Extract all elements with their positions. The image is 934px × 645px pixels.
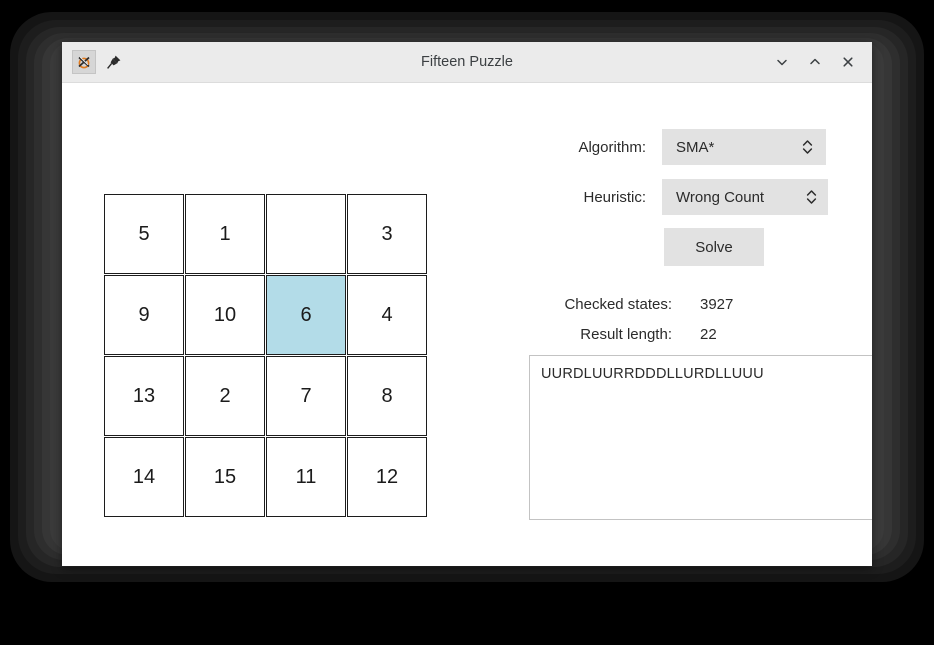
window-controls <box>772 52 872 72</box>
pushpin-icon[interactable] <box>104 52 124 72</box>
window-title: Fifteen Puzzle <box>421 54 513 70</box>
puzzle-board: 5 1 3 9 10 6 4 13 2 7 8 14 15 11 12 <box>104 194 427 517</box>
spinner-updown-icon[interactable] <box>800 137 814 157</box>
puzzle-tile[interactable]: 14 <box>104 437 184 517</box>
solve-button[interactable]: Solve <box>664 228 764 266</box>
maximize-button[interactable] <box>805 52 825 72</box>
heuristic-value: Wrong Count <box>676 188 765 206</box>
puzzle-tile[interactable]: 15 <box>185 437 265 517</box>
puzzle-tile-blank[interactable] <box>266 194 346 274</box>
puzzle-tile[interactable]: 3 <box>347 194 427 274</box>
checked-states-row: Checked states: 3927 <box>462 296 733 313</box>
puzzle-tile[interactable]: 10 <box>185 275 265 355</box>
heuristic-select[interactable]: Wrong Count <box>662 179 828 215</box>
algorithm-label: Algorithm: <box>578 138 646 156</box>
heuristic-label: Heuristic: <box>583 188 646 206</box>
fifteen-puzzle-window: Fifteen Puzzle 5 1 3 9 10 6 4 13 2 7 8 1… <box>62 42 872 566</box>
window-content: 5 1 3 9 10 6 4 13 2 7 8 14 15 11 12 Algo… <box>62 83 872 566</box>
desktop-background: Fifteen Puzzle 5 1 3 9 10 6 4 13 2 7 8 1… <box>0 0 934 645</box>
checked-states-value: 3927 <box>700 296 734 313</box>
puzzle-tile[interactable]: 2 <box>185 356 265 436</box>
algorithm-value: SMA* <box>676 138 715 156</box>
checked-states-label: Checked states: <box>564 296 672 313</box>
result-length-label: Result length: <box>580 326 672 343</box>
puzzle-tile[interactable]: 13 <box>104 356 184 436</box>
algorithm-select[interactable]: SMA* <box>662 129 826 165</box>
close-button[interactable] <box>838 52 858 72</box>
xorg-app-icon[interactable] <box>72 50 96 74</box>
titlebar-left-group <box>62 50 124 74</box>
puzzle-tile[interactable]: 5 <box>104 194 184 274</box>
spinner-updown-icon[interactable] <box>804 187 818 207</box>
minimize-button[interactable] <box>772 52 792 72</box>
heuristic-row: Heuristic: Wrong Count <box>462 179 828 215</box>
puzzle-tile[interactable]: 12 <box>347 437 427 517</box>
puzzle-tile[interactable]: 1 <box>185 194 265 274</box>
result-textarea[interactable]: UURDLUURRDDDLLURDLLUUU <box>529 355 872 520</box>
puzzle-tile[interactable]: 7 <box>266 356 346 436</box>
result-length-value: 22 <box>700 326 717 343</box>
puzzle-tile-selected[interactable]: 6 <box>266 275 346 355</box>
puzzle-tile[interactable]: 4 <box>347 275 427 355</box>
control-panel: Algorithm: SMA* Heuristic: Wrong Count S… <box>462 83 872 566</box>
puzzle-tile[interactable]: 11 <box>266 437 346 517</box>
algorithm-row: Algorithm: SMA* <box>462 129 826 165</box>
puzzle-tile[interactable]: 9 <box>104 275 184 355</box>
puzzle-tile[interactable]: 8 <box>347 356 427 436</box>
result-length-row: Result length: 22 <box>462 326 717 343</box>
window-titlebar[interactable]: Fifteen Puzzle <box>62 42 872 83</box>
